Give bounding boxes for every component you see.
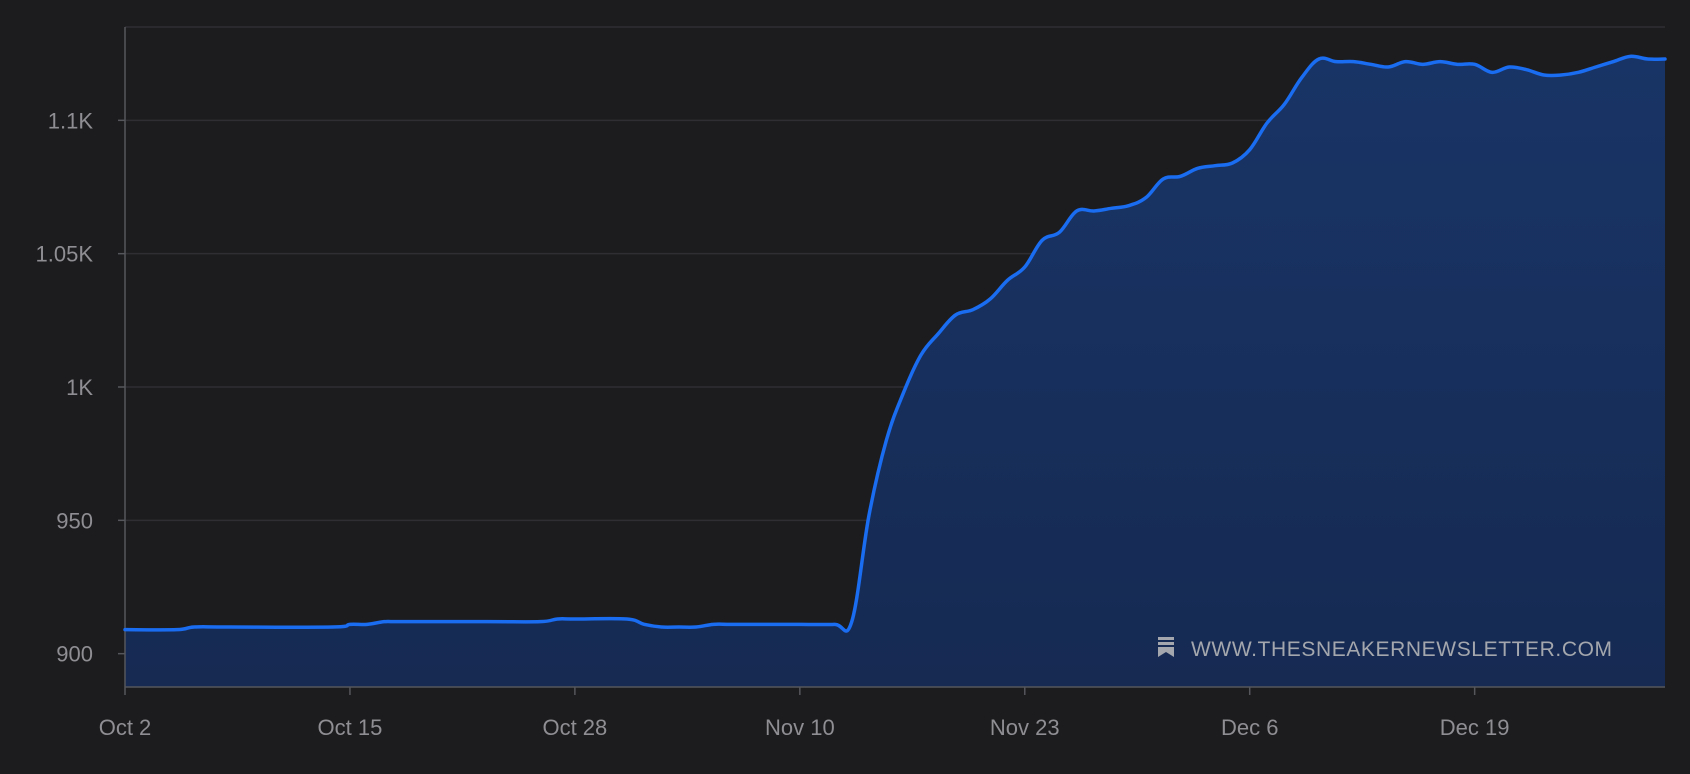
y-tick-label: 1.1K bbox=[48, 108, 94, 133]
y-tick-label: 1.05K bbox=[36, 242, 94, 267]
x-tick-label: Oct 15 bbox=[318, 715, 383, 740]
y-tick-label: 900 bbox=[56, 642, 93, 667]
x-tick-label: Oct 2 bbox=[99, 715, 152, 740]
area-chart: 900 950 1K 1.05K 1.1K Oct 2 Oct 15 Oct 28 Nov 1… bbox=[36, 26, 1667, 740]
x-axis-ticks: Oct 2 Oct 15 Oct 28 Nov 10 Nov 23 Dec 6 Dec 19 bbox=[99, 687, 1510, 740]
x-tick-label: Dec 6 bbox=[1221, 715, 1278, 740]
y-tick-label: 950 bbox=[56, 508, 93, 533]
chart-container: 900 950 1K 1.05K 1.1K Oct 2 Oct 15 Oct 28 Nov 1… bbox=[0, 0, 1690, 774]
x-tick-label: Nov 23 bbox=[990, 715, 1060, 740]
y-axis-ticks: 900 950 1K 1.05K 1.1K bbox=[36, 108, 125, 667]
watermark-text: WWW.THESNEAKERNEWSLETTER.COM bbox=[1191, 638, 1613, 661]
watermark: WWW.THESNEAKERNEWSLETTER.COM bbox=[1158, 637, 1613, 661]
x-tick-label: Oct 28 bbox=[542, 715, 607, 740]
area-fill-layer bbox=[125, 56, 1665, 687]
x-tick-label: Dec 19 bbox=[1440, 715, 1510, 740]
y-tick-label: 1K bbox=[66, 375, 93, 400]
x-tick-label: Nov 10 bbox=[765, 715, 835, 740]
area-fill bbox=[125, 56, 1665, 687]
